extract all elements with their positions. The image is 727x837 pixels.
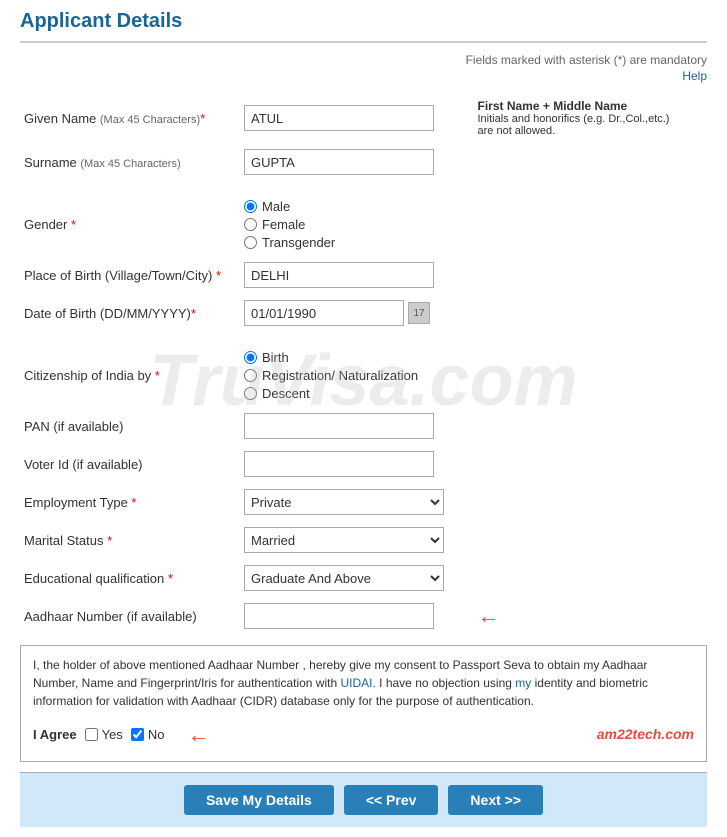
gender-male-radio[interactable] [244,200,257,213]
gender-male-label: Male [262,199,290,214]
citizenship-row: Citizenship of India by * Birth Registra… [20,344,707,407]
employment-type-select[interactable]: Private Government Self-Employed Student… [244,489,444,515]
gender-transgender-option[interactable]: Transgender [244,235,470,250]
dob-row: Date of Birth (DD/MM/YYYY)* 17 [20,294,707,332]
citizenship-descent-radio[interactable] [244,387,257,400]
gender-male-option[interactable]: Male [244,199,470,214]
save-button[interactable]: Save My Details [184,785,334,815]
gender-row: Gender * Male Female Transgender [20,193,707,256]
citizenship-birth-label: Birth [262,350,289,365]
citizenship-registration-label: Registration/ Naturalization [262,368,418,383]
dob-wrapper: 17 [244,300,470,326]
aadhaar-input[interactable] [244,603,434,629]
given-name-row: Given Name (Max 45 Characters)* First Na… [20,93,707,143]
pan-input[interactable] [244,413,434,439]
dob-label: Date of Birth (DD/MM/YYYY)* [24,306,196,321]
citizenship-birth-radio[interactable] [244,351,257,364]
education-row: Educational qualification * Graduate And… [20,559,707,597]
surname-input[interactable] [244,149,434,175]
uidai-link: UIDAI [340,676,372,690]
employment-type-row: Employment Type * Private Government Sel… [20,483,707,521]
applicant-form: Given Name (Max 45 Characters)* First Na… [20,93,707,635]
bottom-bar: Save My Details << Prev Next >> [20,772,707,827]
no-checkbox-label[interactable]: No [131,725,165,745]
consent-text: I, the holder of above mentioned Aadhaar… [33,656,694,710]
aadhaar-label: Aadhaar Number (if available) [24,609,197,624]
yes-checkbox[interactable] [85,728,98,741]
help-link[interactable]: Help [20,69,707,83]
my-link: my [515,676,531,690]
citizenship-birth-option[interactable]: Birth [244,350,470,365]
i-agree-left: I Agree Yes No ← [33,718,210,751]
i-agree-label: I Agree [33,725,77,745]
no-label: No [148,725,165,745]
marital-status-label: Marital Status * [24,533,112,548]
given-name-maxchars: (Max 45 Characters) [100,114,200,126]
surname-row: Surname (Max 45 Characters) [20,143,707,181]
citizenship-descent-label: Descent [262,386,310,401]
calendar-icon[interactable]: 17 [408,302,430,324]
marital-status-select[interactable]: Married Single Divorced Widowed [244,527,444,553]
education-select[interactable]: Graduate And Above Below Graduate [244,565,444,591]
page-title: Applicant Details [20,10,707,43]
arrow-hint-icon: ← [478,603,500,628]
no-checkbox[interactable] [131,728,144,741]
surname-maxchars: (Max 45 Characters) [80,158,180,170]
voter-id-input[interactable] [244,451,434,477]
gender-female-radio[interactable] [244,218,257,231]
citizenship-radio-group: Birth Registration/ Naturalization Desce… [244,350,470,401]
mandatory-note: Fields marked with asterisk (*) are mand… [20,53,707,67]
dob-input[interactable] [244,300,404,326]
place-of-birth-label: Place of Birth (Village/Town/City) * [24,268,221,283]
voter-id-row: Voter Id (if available) [20,445,707,483]
aadhaar-row: Aadhaar Number (if available) ← [20,597,707,635]
gender-female-option[interactable]: Female [244,217,470,232]
consent-paragraph: I, the holder of above mentioned Aadhaar… [33,658,648,708]
citizenship-descent-option[interactable]: Descent [244,386,470,401]
education-label: Educational qualification * [24,571,173,586]
consent-box: I, the holder of above mentioned Aadhaar… [20,645,707,762]
place-of-birth-row: Place of Birth (Village/Town/City) * [20,256,707,294]
branding-text: am22tech.com [597,724,694,745]
given-name-input[interactable] [244,105,434,131]
gender-transgender-radio[interactable] [244,236,257,249]
gender-transgender-label: Transgender [262,235,335,250]
voter-id-label: Voter Id (if available) [24,457,143,472]
marital-status-row: Marital Status * Married Single Divorced… [20,521,707,559]
yes-checkbox-label[interactable]: Yes [85,725,123,745]
consent-arrow-icon: ← [188,718,210,751]
gender-female-label: Female [262,217,305,232]
name-hint: First Name + Middle Name Initials and ho… [478,99,678,137]
next-button[interactable]: Next >> [448,785,543,815]
i-agree-row: I Agree Yes No ← am22tech.com [33,718,694,751]
given-name-label: Given Name (Max 45 Characters)* [24,111,205,126]
citizenship-registration-radio[interactable] [244,369,257,382]
citizenship-label: Citizenship of India by * [24,368,160,383]
place-of-birth-input[interactable] [244,262,434,288]
pan-row: PAN (if available) [20,407,707,445]
yes-label: Yes [102,725,123,745]
citizenship-registration-option[interactable]: Registration/ Naturalization [244,368,470,383]
employment-type-label: Employment Type * [24,495,136,510]
gender-radio-group: Male Female Transgender [244,199,470,250]
pan-label: PAN (if available) [24,419,123,434]
surname-label: Surname (Max 45 Characters) [24,155,181,170]
prev-button[interactable]: << Prev [344,785,439,815]
given-name-required: * [200,111,205,126]
gender-label: Gender * [24,217,76,232]
